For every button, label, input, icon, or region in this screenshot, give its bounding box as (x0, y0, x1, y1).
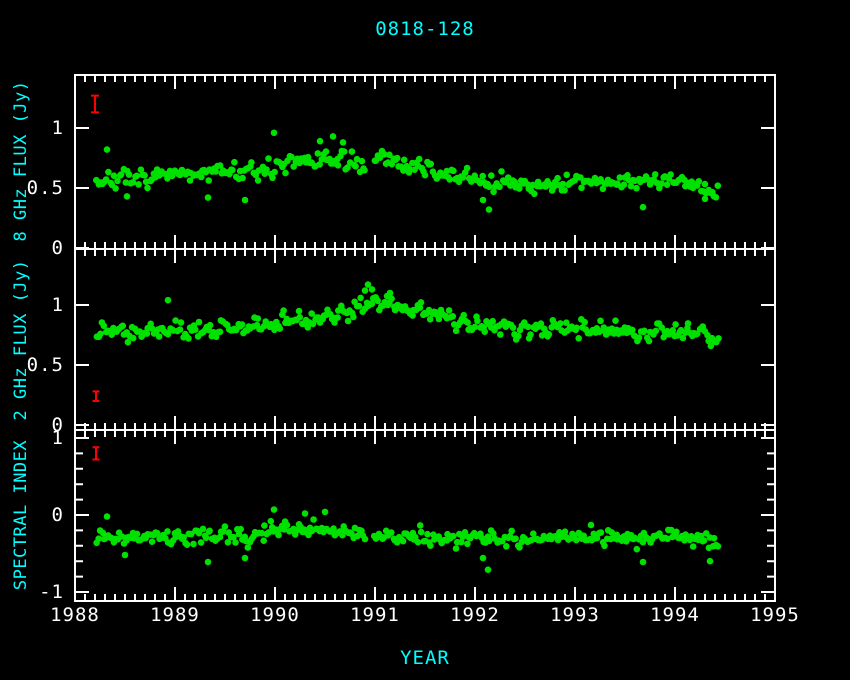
x-tick-label: 1990 (235, 604, 315, 626)
y-tick-label: 1 (14, 117, 64, 139)
y-tick-label: 1 (14, 427, 64, 449)
error-bar-spectral-index (93, 447, 100, 459)
y-tick-label: 0.5 (14, 354, 64, 376)
x-tick-label: 1991 (335, 604, 415, 626)
plot-canvas (0, 0, 850, 680)
panel-8ghz-points (93, 130, 721, 213)
y-axis-title-2ghz: 2 GHz FLUX (Jy) (11, 259, 31, 420)
panel-2ghz-points (94, 281, 722, 349)
y-tick-label: 0 (14, 504, 64, 526)
panel-spectral-index-points (93, 506, 721, 573)
y-tick-label: -1 (14, 581, 64, 603)
y-tick-label: 1 (14, 294, 64, 316)
x-tick-label: 1992 (435, 604, 515, 626)
x-tick-label: 1994 (635, 604, 715, 626)
light-curve-figure: 0818-128 8 GHz FLUX (Jy) 2 GHz FLUX (Jy)… (0, 0, 850, 680)
plot-frame (75, 75, 775, 601)
x-tick-label: 1988 (35, 604, 115, 626)
axis-ticks (75, 75, 775, 601)
y-tick-label: 0 (14, 237, 64, 259)
y-axis-title-8ghz: 8 GHz FLUX (Jy) (11, 80, 31, 241)
x-tick-label: 1995 (735, 604, 815, 626)
error-bar-2ghz (93, 391, 100, 401)
x-tick-label: 1989 (135, 604, 215, 626)
x-tick-label: 1993 (535, 604, 615, 626)
x-axis-title: YEAR (0, 647, 850, 669)
error-bar-8ghz (91, 96, 99, 113)
y-tick-label: 0.5 (14, 177, 64, 199)
